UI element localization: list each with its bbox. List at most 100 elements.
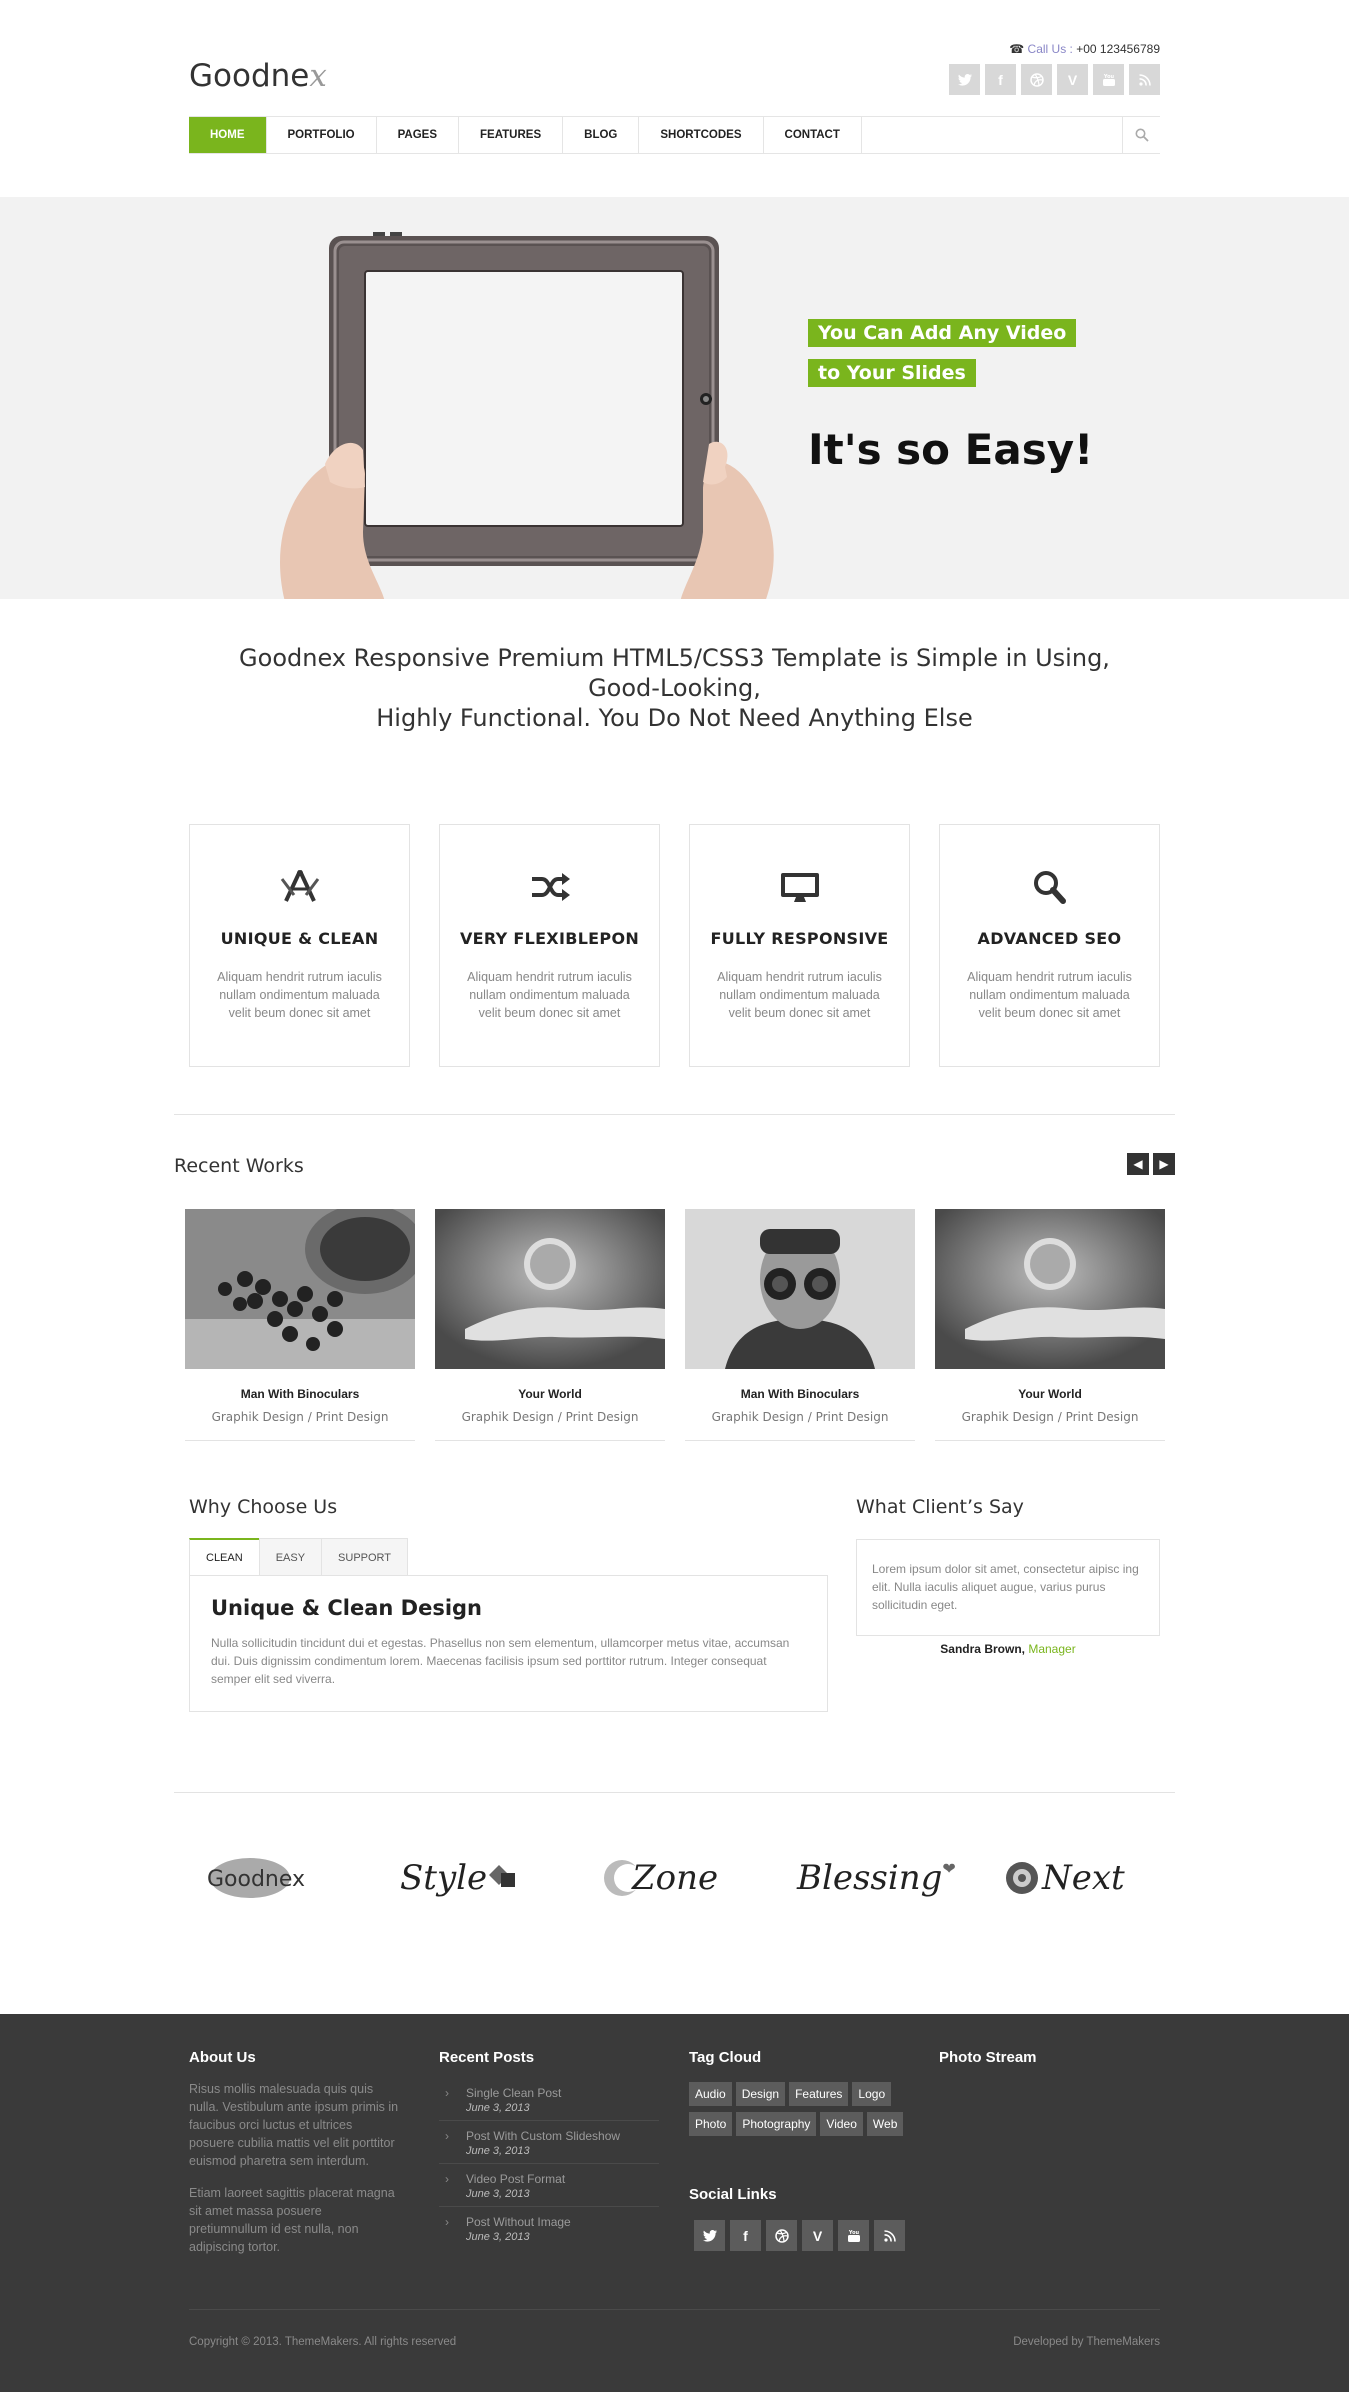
tag[interactable]: Features [789,2082,849,2106]
work-item[interactable]: Your World Graphik Design / Print Design [935,1209,1165,1441]
brand-name: Next [1042,1858,1125,1898]
rss-icon[interactable] [1129,64,1160,95]
nav-contact[interactable]: CONTACT [764,117,862,153]
tag[interactable]: Video [820,2112,863,2136]
recent-post[interactable]: › Single Clean Post June 3, 2013 [439,2078,659,2121]
work-image-world[interactable] [935,1209,1165,1369]
vimeo-icon[interactable]: V [1057,64,1088,95]
brand-mark [489,1865,516,1887]
tag[interactable]: Photography [736,2112,817,2136]
vimeo-icon[interactable]: V [802,2220,833,2251]
feature-text: Aliquam hendrit rutrum iaculis nullam on… [717,970,882,1020]
brand-logo-zone[interactable]: Zone [600,1845,718,1911]
work-item[interactable]: Man With Binoculars Graphik Design / Pri… [185,1209,415,1441]
work-item[interactable]: Man With Binoculars Graphik Design / Pri… [685,1209,915,1441]
developed-by[interactable]: Developed by ThemeMakers [1013,2336,1160,2348]
tab-support[interactable]: SUPPORT [321,1538,409,1576]
work-title[interactable]: Your World [935,1387,1165,1401]
footer-posts-title: Recent Posts [439,2049,535,2066]
brand-logo-blessing[interactable]: Blessing ❤ [797,1845,956,1911]
tag[interactable]: Logo [852,2082,892,2106]
work-title[interactable]: Your World [435,1387,665,1401]
work-image-blueberries[interactable] [185,1209,415,1369]
feature-text: Aliquam hendrit rutrum iaculis nullam on… [467,970,632,1020]
author-name: Sandra Brown, [940,1642,1025,1656]
twitter-icon[interactable] [949,64,980,95]
tab-easy[interactable]: EASY [258,1538,323,1576]
work-underline [935,1440,1165,1441]
search-icon[interactable] [1122,117,1160,153]
feature-box-flexible: VERY FLEXIBLEPON Aliquam hendrit rutrum … [439,824,660,1067]
site-logo[interactable]: Goodnex [189,58,327,94]
post-date: June 3, 2013 [466,2231,530,2243]
post-title[interactable]: Video Post Format [466,2172,659,2186]
tab-panel-text: Nulla sollicitudin tincidunt dui et eges… [211,1636,790,1686]
feature-box-unique: UNIQUE & CLEAN Aliquam hendrit rutrum ia… [189,824,410,1067]
post-date: June 3, 2013 [466,2102,530,2114]
recent-posts-list: › Single Clean Post June 3, 2013 › Post Wit… [439,2078,659,2249]
dribbble-icon[interactable] [766,2220,797,2251]
nav-shortcodes[interactable]: SHORTCODES [639,117,764,153]
youtube-icon[interactable]: You [1093,64,1124,95]
twitter-icon[interactable] [694,2220,725,2251]
heart-icon: ❤ [942,1861,956,1878]
nav-pages[interactable]: PAGES [377,117,460,153]
design-tools-icon [190,869,409,909]
carousel-next-button[interactable]: ▶ [1153,1153,1175,1175]
svg-text:You: You [1102,74,1114,80]
nav-portfolio[interactable]: PORTFOLIO [267,117,377,153]
footer-about-text-2: Etiam laoreet sagittis placerat magna si… [189,2186,395,2254]
tag[interactable]: Web [866,2112,904,2136]
call-us: ☎ Call Us : +00 123456789 [1009,42,1160,56]
brand-logo-goodnex[interactable]: Goodnex [205,1845,305,1911]
testimonials-title: What Client’s Say [856,1496,1024,1518]
brand-name: Zone [632,1858,719,1898]
work-category: Graphik Design / Print Design [461,1410,639,1424]
feature-box-seo: ADVANCED SEO Aliquam hendrit rutrum iacu… [939,824,1160,1067]
tag[interactable]: Photo [689,2112,733,2136]
tab-clean[interactable]: CLEAN [189,1538,260,1576]
work-underline [685,1440,915,1441]
feature-text: Aliquam hendrit rutrum iaculis nullam on… [967,970,1132,1020]
hero-slider: You Can Add Any Video to Your Slides [0,197,1349,599]
chevron-right-icon: › [445,2172,449,2186]
chevron-right-icon: › [445,2215,449,2229]
footer-tags-title: Tag Cloud [689,2049,762,2066]
tag[interactable]: Audio [689,2082,732,2106]
post-title[interactable]: Post With Custom Slideshow [466,2129,659,2143]
nav-blog[interactable]: BLOG [563,117,640,153]
post-title[interactable]: Post Without Image [466,2215,659,2229]
rss-icon[interactable] [874,2220,905,2251]
carousel-prev-button[interactable]: ◀ [1127,1153,1149,1175]
brand-logo-next[interactable]: Next [1002,1845,1125,1911]
dribbble-icon[interactable] [1021,64,1052,95]
facebook-icon[interactable]: f [985,64,1016,95]
facebook-icon[interactable]: f [730,2220,761,2251]
work-item[interactable]: Your World Graphik Design / Print Design [435,1209,665,1441]
work-title[interactable]: Man With Binoculars [685,1387,915,1401]
recent-post[interactable]: › Post Without Image June 3, 2013 [439,2207,659,2249]
why-choose-title: Why Choose Us [189,1496,338,1518]
tab-panel: Unique & Clean Design Nulla sollicitudin… [189,1575,828,1712]
main-nav: HOME PORTFOLIO PAGES FEATURES BLOG SHORT… [189,116,1160,154]
work-underline [435,1440,665,1441]
brand-name: Style [400,1858,488,1898]
tablet-in-hands-image [280,232,774,599]
footer-about-title: About Us [189,2049,256,2066]
nav-features[interactable]: FEATURES [459,117,564,153]
hero-headline: It's so Easy! [808,425,1094,474]
work-image-binoculars[interactable] [685,1209,915,1369]
intro-line-1: Goodnex Responsive Premium HTML5/CSS3 Te… [239,644,1110,672]
recent-post[interactable]: › Post With Custom Slideshow June 3, 2013 [439,2121,659,2164]
work-image-world[interactable] [435,1209,665,1369]
post-title[interactable]: Single Clean Post [466,2086,659,2100]
nav-home[interactable]: HOME [189,117,267,153]
recent-post[interactable]: › Video Post Format June 3, 2013 [439,2164,659,2207]
intro-text: Goodnex Responsive Premium HTML5/CSS3 Te… [0,643,1349,733]
phone-icon: ☎ [1009,42,1025,56]
youtube-icon[interactable]: You [838,2220,869,2251]
brand-logo-style[interactable]: Style [400,1845,517,1911]
tag[interactable]: Design [735,2082,786,2106]
work-category: Graphik Design / Print Design [711,1410,889,1424]
work-title[interactable]: Man With Binoculars [185,1387,415,1401]
